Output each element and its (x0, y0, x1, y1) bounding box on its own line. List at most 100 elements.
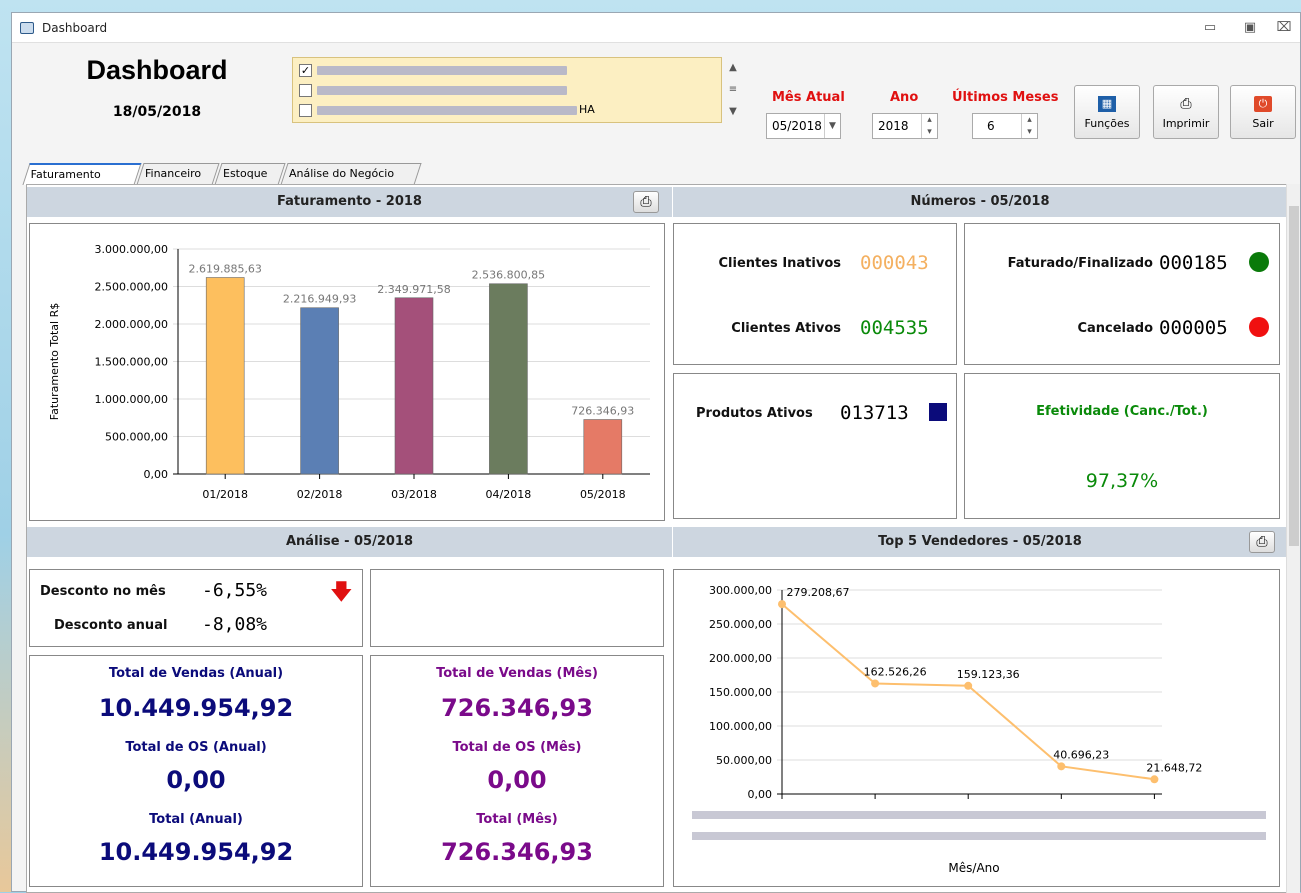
tab-financeiro[interactable]: Financeiro (136, 163, 220, 185)
tab-faturamento[interactable]: Faturamento (22, 163, 142, 185)
faturamento-chart-panel: 0,00 500.000,00 1.000.000,00 1.500.000,00 2.… (29, 223, 665, 521)
scroll-down-icon[interactable]: ▼ (724, 101, 742, 123)
cancelado-value: 000005 (1159, 317, 1228, 339)
desconto-panel: Desconto no mês -6,55% 🡇 Desconto anual … (29, 569, 363, 647)
redacted-company-name (317, 66, 567, 75)
company-list[interactable]: ✓ HA (292, 57, 722, 123)
x-tick-label: 04/2018 (486, 488, 532, 501)
page-title: Dashboard (86, 55, 228, 85)
numeros-header: Números - 05/2018 (673, 187, 1287, 217)
y-tick-label: 2.000.000,00 (95, 318, 168, 331)
redacted-seller-names (692, 832, 1266, 840)
os-mes-label: Total de OS (Mês) (452, 740, 582, 755)
company-checkbox[interactable]: ✓ (299, 64, 312, 77)
total-anual-value: 10.449.954,92 (98, 838, 294, 866)
minimize-icon[interactable]: ▭ (1200, 19, 1220, 37)
data-value-label: 279.208,67 (787, 586, 850, 599)
bar (489, 283, 528, 475)
tab-analise-negocio[interactable]: Análise do Negócio (280, 163, 422, 185)
bar (394, 297, 434, 475)
y-tick-label: 0,00 (144, 468, 169, 481)
company-list-scrollbar[interactable]: ▲ ≡ ▼ (724, 57, 742, 123)
funcoes-button[interactable]: ▦ Funções (1074, 85, 1140, 139)
scrollbar-thumb[interactable] (1289, 206, 1299, 546)
data-value-label: 21.648,72 (1146, 761, 1202, 774)
faturamento-bar-chart: 0,00 500.000,00 1.000.000,00 1.500.000,00 2.… (48, 243, 650, 501)
y-tick-label: 100.000,00 (709, 720, 772, 733)
title-bar: Dashboard ▭ ▣ ⌧ (12, 13, 1300, 43)
bar-value-label: 726.346,93 (571, 405, 634, 418)
data-value-label: 162.526,26 (864, 665, 927, 678)
imprimir-button[interactable]: ⎙ Imprimir (1153, 85, 1219, 139)
data-value-label: 40.696,23 (1053, 748, 1109, 761)
vendas-anual-value: 10.449.954,92 (98, 694, 294, 722)
faturado-panel: Faturado/Finalizado 000185 Cancelado 000… (964, 223, 1280, 365)
data-value-label: 159.123,36 (957, 668, 1020, 681)
efetividade-panel: Efetividade (Canc./Tot.) 97,37% (964, 373, 1280, 519)
bar (583, 419, 623, 475)
page-date: 18/05/2018 (112, 104, 202, 120)
spinner-arrows-icon[interactable]: ▴ ▾ (1021, 114, 1037, 138)
y-tick-label: 500.000,00 (105, 431, 168, 444)
y-tick-label: 200.000,00 (709, 652, 772, 665)
mes-atual-select[interactable]: 05/2018 ▼ (766, 113, 841, 139)
empty-panel (370, 569, 664, 647)
redacted-seller-names (692, 811, 1266, 819)
bar (205, 277, 245, 475)
clientes-panel: Clientes Inativos 000043 Clientes Ativos… (673, 223, 957, 365)
analise-header: Análise - 05/2018 (27, 527, 672, 557)
faturado-value: 000185 (1159, 252, 1228, 274)
os-anual-value: 0,00 (166, 766, 226, 794)
x-tick-label: 03/2018 (391, 488, 437, 501)
y-tick-label: 2.500.000,00 (95, 281, 168, 294)
faturado-label: Faturado/Finalizado (1007, 256, 1153, 271)
tab-estoque[interactable]: Estoque (214, 163, 286, 185)
content-vertical-scrollbar[interactable] (1286, 184, 1300, 893)
power-icon: ⏻ (1254, 96, 1272, 112)
maximize-icon[interactable]: ▣ (1240, 19, 1260, 37)
company-checkbox[interactable] (299, 104, 312, 117)
y-tick-label: 50.000,00 (716, 754, 772, 767)
scroll-up-icon[interactable]: ▲ (724, 57, 742, 79)
ultimos-meses-value: 6 (987, 119, 995, 133)
top5-chart-panel: 0,00 50.000,00 100.000,00 150.000,00 200.000… (673, 569, 1280, 887)
company-item[interactable]: HA (299, 102, 714, 120)
print-faturamento-button[interactable]: ⎙ (633, 191, 659, 213)
app-icon (20, 22, 34, 34)
totais-mes-panel: Total de Vendas (Mês) 726.346,93 Total d… (370, 655, 664, 887)
y-tick-label: 1.500.000,00 (95, 356, 168, 369)
x-tick-label: 01/2018 (202, 488, 248, 501)
ano-spinner[interactable]: 2018 ▴ ▾ (872, 113, 938, 139)
efetividade-value: 97,37% (1085, 470, 1159, 492)
y-axis-label: Faturamento Total R$ (48, 303, 61, 420)
data-point (1150, 775, 1159, 784)
vendas-mes-value: 726.346,93 (441, 694, 593, 722)
company-checkbox[interactable] (299, 84, 312, 97)
scroll-thumb[interactable]: ≡ (724, 79, 742, 101)
y-tick-label: 250.000,00 (709, 618, 772, 631)
grid-icon: ▦ (1098, 96, 1116, 112)
faturamento-header: Faturamento - 2018 (27, 187, 672, 217)
vendas-mes-label: Total de Vendas (Mês) (436, 666, 598, 681)
efetividade-label: Efetividade (Canc./Tot.) (1036, 404, 1208, 419)
desconto-anual-value: -8,08% (202, 614, 268, 635)
totais-anual-panel: Total de Vendas (Anual) 10.449.954,92 To… (29, 655, 363, 887)
y-tick-label: 1.000.000,00 (95, 393, 168, 406)
print-top5-button[interactable]: ⎙ (1249, 531, 1275, 553)
ultimos-meses-spinner[interactable]: 6 ▴ ▾ (972, 113, 1038, 139)
os-mes-value: 0,00 (487, 766, 547, 794)
close-icon[interactable]: ⌧ (1274, 19, 1294, 37)
bar-value-label: 2.349.971,58 (377, 283, 450, 296)
company-item[interactable]: ✓ (299, 62, 714, 80)
funcoes-label: Funções (1084, 117, 1130, 130)
company-item[interactable] (299, 82, 714, 100)
printer-icon: ⎙ (640, 194, 652, 210)
produtos-ativos-label: Produtos Ativos (696, 406, 813, 421)
chevron-down-icon[interactable]: ▼ (824, 114, 840, 138)
bar-value-label: 2.619.885,63 (188, 263, 261, 276)
sair-button[interactable]: ⏻ Sair (1230, 85, 1296, 139)
clientes-ativos-value: 004535 (860, 317, 929, 339)
top5-header: Top 5 Vendedores - 05/2018 (673, 527, 1287, 557)
ano-label: Ano (890, 90, 919, 105)
spinner-arrows-icon[interactable]: ▴ ▾ (921, 114, 937, 138)
